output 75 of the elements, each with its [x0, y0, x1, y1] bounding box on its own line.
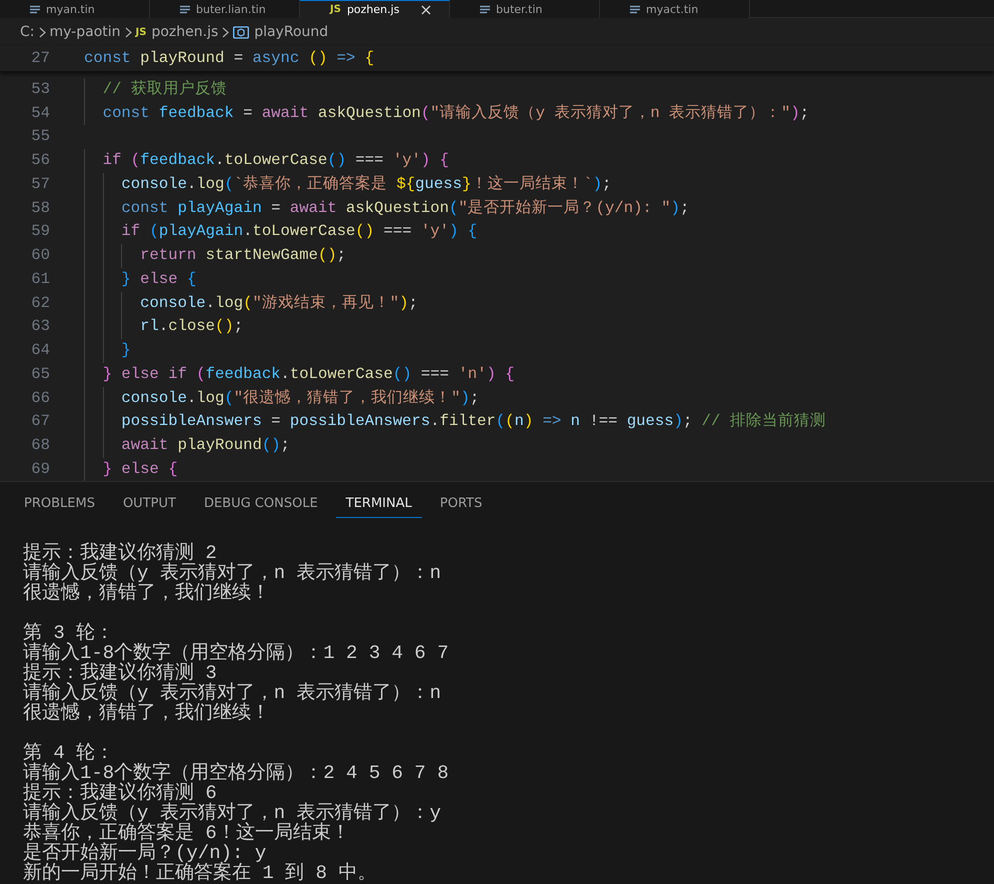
line-number: 66 [30, 388, 50, 408]
file-lines-icon [630, 4, 640, 14]
terminal-line: 是否开始新一局？(y/n): y [23, 842, 268, 863]
code-line: const feedback = await askQuestion("请输入反馈（y 表示猜对了，n 表示猜错了）："); [102, 104, 810, 122]
file-lines-icon [180, 4, 190, 14]
code-line: console.log(`恭喜你，正确答案是 ${guess}！这一局结束！`); [120, 174, 612, 193]
code-line: // 获取用户反馈 [102, 80, 227, 98]
line-number: 68 [30, 435, 50, 456]
terminal-line: 第 3 轮： [23, 622, 114, 643]
panel-tab[interactable]: PORTS [430, 490, 492, 518]
code-line: console.log("很遗憾，猜错了，我们继续！"); [120, 388, 480, 406]
line-number: 69 [30, 458, 50, 480]
panel-tab[interactable]: OUTPUT [112, 490, 186, 518]
line-number: 55 [30, 126, 50, 148]
terminal-line: 很遗憾，猜错了，我们继续！ [23, 702, 271, 723]
chevron-icon [222, 27, 230, 38]
terminal-line: 请输入反馈（y 表示猜对了，n 表示猜错了）：y [23, 802, 442, 823]
code-line: if (feedback.toLowerCase() === 'y') { [102, 151, 449, 169]
line-number: 61 [30, 268, 50, 290]
editor-tab[interactable]: JS pozhen.js [300, 0, 450, 18]
line-number: 57 [30, 174, 50, 195]
terminal-line: 第 4 轮： [23, 742, 114, 763]
line-number: 27 [30, 48, 50, 69]
code-line: } else if (feedback.toLowerCase() === 'n') { [102, 364, 515, 383]
code-line: possibleAnswers = possibleAnswers.filter((n) => n !== guess); // 排除当前猜测 [120, 412, 826, 430]
line-number: 63 [30, 316, 50, 338]
terminal-line: 提示：我建议你猜测 2 [23, 542, 217, 563]
panel-tab[interactable]: PROBLEMS [14, 490, 105, 518]
code-line: const playAgain = await askQuestion("是否开始新一局？(y/n): "); [120, 198, 690, 216]
editor-tab[interactable]: buter.tin [450, 0, 600, 18]
line-number: 60 [30, 245, 50, 266]
editor-tab[interactable]: myact.tin [600, 0, 750, 18]
line-number: 58 [30, 198, 50, 218]
line-number: 65 [30, 364, 50, 385]
terminal-line: 恭喜你，正确答案是 6！这一局结束！ [23, 822, 351, 843]
code-line: rl.close(); [139, 317, 244, 336]
code-line: } else { [120, 270, 196, 288]
file-lines-icon [30, 4, 40, 14]
line-number: 62 [30, 292, 50, 314]
js-file-icon: JS [136, 25, 146, 40]
chevron-icon [124, 27, 132, 38]
code-line: if (playAgain.toLowerCase() === 'y') { [120, 222, 478, 240]
panel-tab[interactable]: DEBUG CONSOLE [194, 490, 328, 518]
line-number: 53 [30, 78, 50, 100]
terminal-line: 请输入1-8个数字（用空格分隔）：2 4 5 6 7 8 [23, 762, 450, 783]
breadcrumb-item[interactable]: C: [20, 22, 34, 43]
breadcrumb-item[interactable]: pozhen.js [151, 22, 218, 43]
code-line: } else { [102, 460, 178, 478]
editor-tab[interactable]: myan.tin [0, 0, 150, 18]
chevron-icon [38, 27, 46, 38]
line-number: 56 [30, 150, 50, 171]
code-line: return startNewGame(); [139, 246, 346, 264]
breadcrumb-item[interactable]: my-paotin [50, 22, 121, 43]
breadcrumb-item[interactable]: playRound [254, 22, 328, 43]
code-line: await playRound(); [120, 436, 290, 454]
file-lines-icon [480, 4, 490, 14]
terminal-line: 请输入1-8个数字（用空格分隔）：1 2 3 4 6 7 [23, 642, 450, 663]
symbol-icon [233, 26, 250, 39]
code-line: console.log("游戏结束，再见！"); [139, 294, 418, 312]
terminal-line: 提示：我建议你猜测 3 [23, 662, 217, 683]
terminal-line: 新的一局开始！正确答案在 1 到 8 中。 [23, 862, 378, 883]
close-icon [421, 4, 432, 14]
panel-tab[interactable]: TERMINAL [336, 490, 422, 518]
line-number: 54 [30, 102, 50, 124]
terminal-line: 提示：我建议你猜测 6 [23, 782, 217, 803]
code-line: const playRound = async () => { [84, 49, 374, 67]
line-number: 67 [30, 411, 50, 432]
line-number: 59 [30, 221, 50, 242]
terminal-line: 很遗憾，猜错了，我们继续！ [23, 582, 271, 603]
code-line: } [120, 341, 131, 359]
terminal-line: 请输入反馈（y 表示猜对了，n 表示猜错了）：n [23, 562, 442, 583]
editor-tab[interactable]: buter.lian.tin [150, 0, 300, 18]
line-number: 64 [30, 340, 50, 361]
terminal-line: 请输入反馈（y 表示猜对了，n 表示猜错了）：n [23, 682, 442, 703]
js-file-icon: JS [330, 4, 341, 14]
